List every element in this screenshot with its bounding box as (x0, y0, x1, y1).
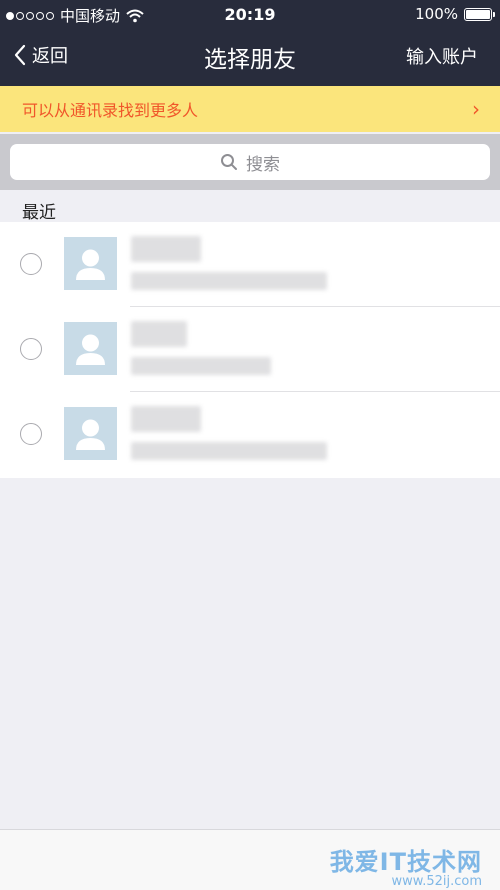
navigation-bar: 返回 选择朋友 输入账户 (0, 28, 500, 86)
person-placeholder-icon (76, 419, 105, 450)
enter-account-button[interactable]: 输入账户 (406, 43, 478, 69)
avatar (64, 407, 117, 460)
search-input[interactable]: 搜索 (10, 144, 490, 180)
chevron-left-icon (14, 44, 26, 66)
battery-percent: 100% (415, 5, 458, 23)
person-placeholder-icon (76, 249, 105, 280)
contact-detail-redacted (131, 357, 271, 375)
contact-list (0, 222, 500, 478)
search-bar: 搜索 (0, 134, 500, 190)
contact-name-redacted (131, 321, 187, 347)
contact-detail-redacted (131, 442, 327, 460)
banner-text: 可以从通讯录找到更多人 (22, 101, 199, 120)
status-bar: 中国移动 20:19 100% (0, 0, 500, 28)
select-radio[interactable] (20, 423, 42, 445)
contact-name-redacted (131, 406, 201, 432)
watermark-main: 我爱IT技术网 (329, 848, 482, 876)
battery-icon (464, 7, 495, 21)
select-radio[interactable] (20, 253, 42, 275)
contact-detail-redacted (131, 272, 327, 290)
list-item[interactable] (0, 307, 500, 392)
person-placeholder-icon (76, 334, 105, 365)
chevron-right-icon: › (472, 97, 480, 121)
list-item[interactable] (0, 392, 500, 477)
avatar (64, 237, 117, 290)
search-icon (221, 154, 237, 170)
search-placeholder: 搜索 (246, 154, 280, 175)
select-radio[interactable] (20, 338, 42, 360)
watermark: 我爱IT技术网 www.52ij.com (330, 842, 482, 889)
top-bar: 中国移动 20:19 100% 返回 选择朋友 输入账户 (0, 0, 500, 86)
section-header-recent: 最近 (22, 203, 56, 223)
list-item[interactable] (0, 222, 500, 307)
back-button-label: 返回 (32, 46, 68, 67)
bottom-bar: 我爱IT技术网 www.52ij.com (0, 829, 500, 890)
back-button[interactable]: 返回 (14, 42, 68, 68)
avatar (64, 322, 117, 375)
contacts-banner[interactable]: 可以从通讯录找到更多人 › (0, 86, 500, 132)
status-right: 100% (415, 5, 495, 23)
contact-name-redacted (131, 236, 201, 262)
